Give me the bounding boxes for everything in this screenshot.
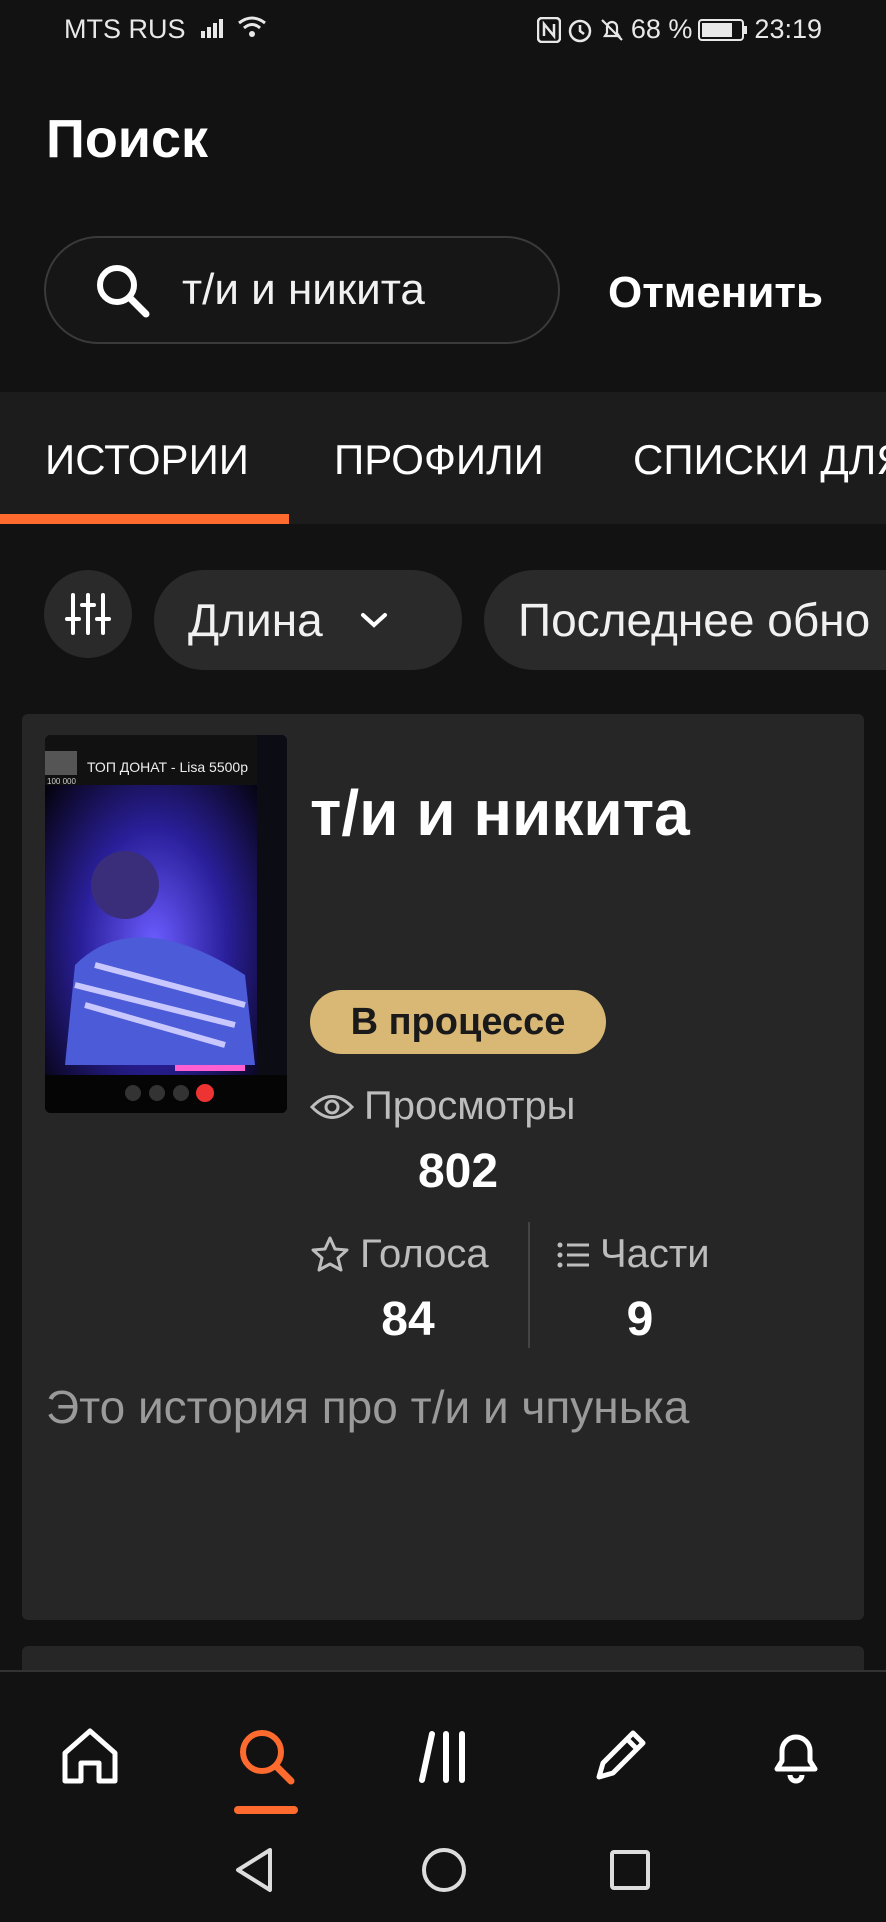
- eye-icon: [310, 1094, 354, 1119]
- nav-library[interactable]: [404, 1716, 484, 1796]
- last-updated-filter-chip[interactable]: Последнее обно: [484, 570, 886, 670]
- status-right: 68 % 23:19: [536, 14, 822, 45]
- stat-divider: [528, 1222, 530, 1348]
- system-recents-button[interactable]: [600, 1840, 660, 1900]
- nav-notifications[interactable]: [756, 1716, 836, 1796]
- system-back-button[interactable]: [224, 1840, 284, 1900]
- tab-reading-lists[interactable]: СПИСКИ ДЛЯ: [633, 436, 886, 484]
- bell-icon: [774, 1734, 818, 1784]
- list-icon: [557, 1242, 589, 1267]
- status-badge: В процессе: [310, 990, 606, 1054]
- carrier-label: MTS RUS: [64, 14, 267, 45]
- length-filter-chip[interactable]: Длина: [154, 570, 462, 670]
- last-updated-filter-label: Последнее обно: [518, 594, 871, 646]
- back-triangle-icon: [236, 1848, 272, 1892]
- wifi-icon: [237, 16, 266, 37]
- votes-value: 84: [381, 1293, 435, 1346]
- nav-home[interactable]: [50, 1716, 130, 1796]
- story-cover[interactable]: ТОП ДОНАТ - Lisa 5500р 100 000: [45, 735, 287, 1113]
- tab-stories[interactable]: ИСТОРИИ: [45, 436, 249, 484]
- tab-bar: ИСТОРИИ ПРОФИЛИ СПИСКИ ДЛЯ: [0, 392, 886, 524]
- nfc-icon: [536, 16, 561, 43]
- cover-image: [45, 735, 287, 1113]
- views-value: 802: [417, 1145, 499, 1198]
- tab-profiles[interactable]: ПРОФИЛИ: [334, 436, 544, 484]
- story-title[interactable]: т/и и никита: [310, 776, 690, 850]
- clock: 23:19: [754, 14, 822, 44]
- signal-icon: [201, 19, 224, 38]
- active-nav-indicator: [234, 1806, 298, 1814]
- write-icon: [596, 1730, 646, 1780]
- cancel-button[interactable]: Отменить: [608, 268, 823, 318]
- library-icon: [419, 1731, 465, 1783]
- active-tab-indicator: [0, 514, 289, 524]
- views-label: Просмотры: [364, 1084, 576, 1128]
- parts-stat: Части: [556, 1232, 710, 1277]
- status-bar: MTS RUS 68 % 23:19: [0, 0, 886, 62]
- votes-stat: Голоса: [310, 1232, 489, 1277]
- nav-search[interactable]: [226, 1716, 306, 1796]
- search-value[interactable]: т/и и никита: [182, 265, 425, 315]
- cover-caption: ТОП ДОНАТ - Lisa 5500р: [87, 759, 248, 775]
- battery-percent: 68 %: [630, 14, 693, 44]
- parts-label: Части: [600, 1232, 710, 1276]
- alarm-icon: [568, 19, 592, 42]
- mute-bell-icon: [601, 18, 623, 41]
- search-input[interactable]: т/и и никита: [44, 236, 560, 344]
- home-circle-icon: [422, 1848, 466, 1892]
- length-filter-label: Длина: [188, 594, 323, 646]
- home-icon: [62, 1728, 118, 1784]
- system-home-button[interactable]: [414, 1840, 474, 1900]
- cover-small-text: 100 000: [47, 777, 76, 786]
- sliders-icon: [65, 593, 111, 635]
- views-stat: Просмотры: [310, 1084, 575, 1129]
- story-description: Это история про т/и и чпунька: [46, 1381, 690, 1433]
- chevron-down-icon: [360, 613, 387, 628]
- search-icon: [97, 265, 150, 318]
- star-icon: [311, 1236, 349, 1271]
- battery-icon: [698, 18, 748, 41]
- filters-button[interactable]: [44, 570, 132, 658]
- search-icon: [240, 1730, 295, 1785]
- page-title: Поиск: [46, 109, 209, 169]
- recents-square-icon: [610, 1850, 650, 1890]
- votes-label: Голоса: [360, 1232, 489, 1276]
- parts-value: 9: [626, 1293, 654, 1346]
- nav-write[interactable]: [580, 1716, 660, 1796]
